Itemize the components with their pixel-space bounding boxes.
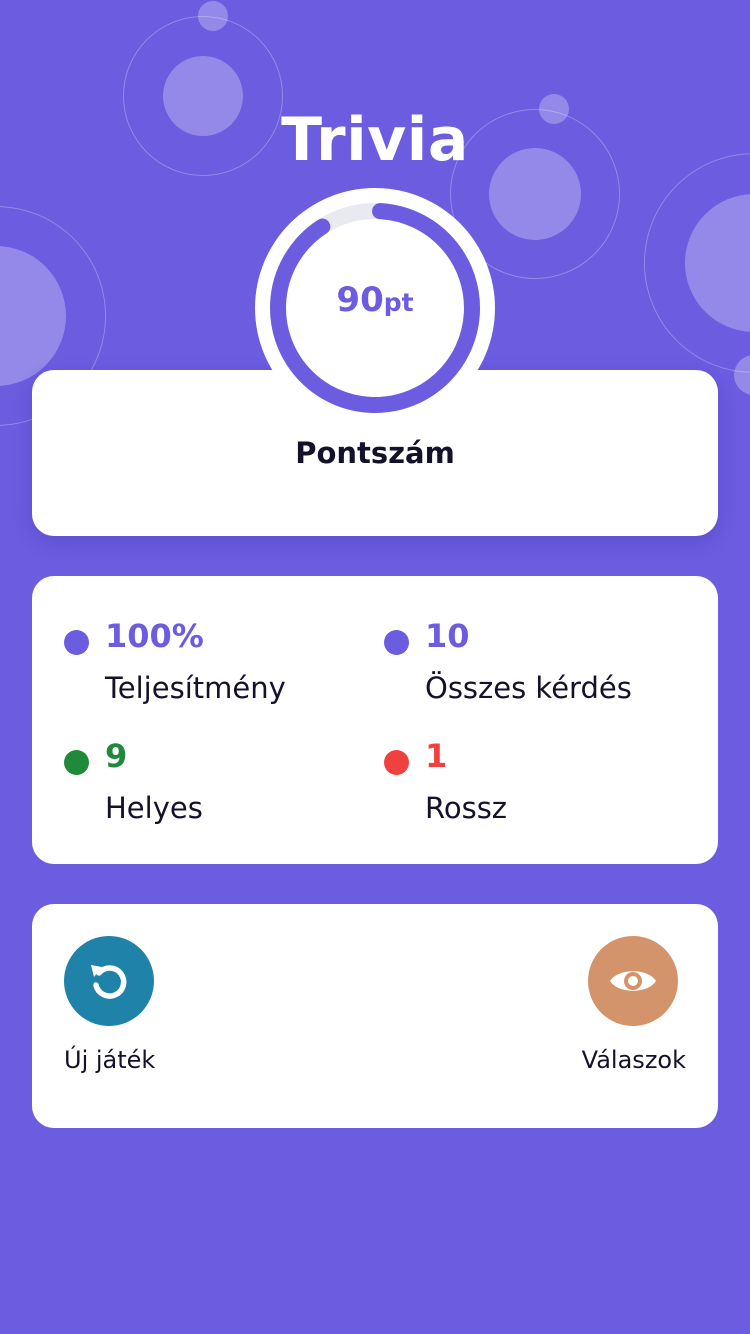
restart-icon <box>91 965 127 999</box>
new-game-label[interactable]: Új játék <box>64 1046 155 1074</box>
score-unit: pt <box>383 288 414 317</box>
results-screen: Trivia Pontszám 90pt 100% Teljesítmény 1… <box>0 0 750 1334</box>
new-game-button[interactable] <box>64 936 154 1026</box>
answers-label[interactable]: Válaszok <box>582 1046 686 1074</box>
app-title: Trivia <box>281 105 469 175</box>
stat-label: Helyes <box>105 791 203 825</box>
answers-button[interactable] <box>588 936 678 1026</box>
eye-icon <box>610 971 656 991</box>
stat-value: 1 <box>425 737 448 775</box>
stat-value: 100% <box>105 617 204 655</box>
stat-label: Rossz <box>425 791 508 825</box>
stat-dot <box>64 630 89 655</box>
score-value: 90pt <box>255 280 495 320</box>
score-ring: 90pt <box>255 188 495 428</box>
stat-value: 9 <box>105 737 128 775</box>
stat-label: Teljesítmény <box>105 671 286 705</box>
actions-card: Új játék Válaszok <box>32 904 718 1128</box>
score-number: 90 <box>336 280 384 320</box>
stat-label: Összes kérdés <box>425 671 632 705</box>
stat-dot <box>64 750 89 775</box>
stat-value: 10 <box>425 617 470 655</box>
stat-dot <box>384 630 409 655</box>
stat-dot <box>384 750 409 775</box>
score-label: Pontszám <box>295 436 455 470</box>
stats-card: 100% Teljesítmény 10 Összes kérdés 9 Hel… <box>32 576 718 864</box>
